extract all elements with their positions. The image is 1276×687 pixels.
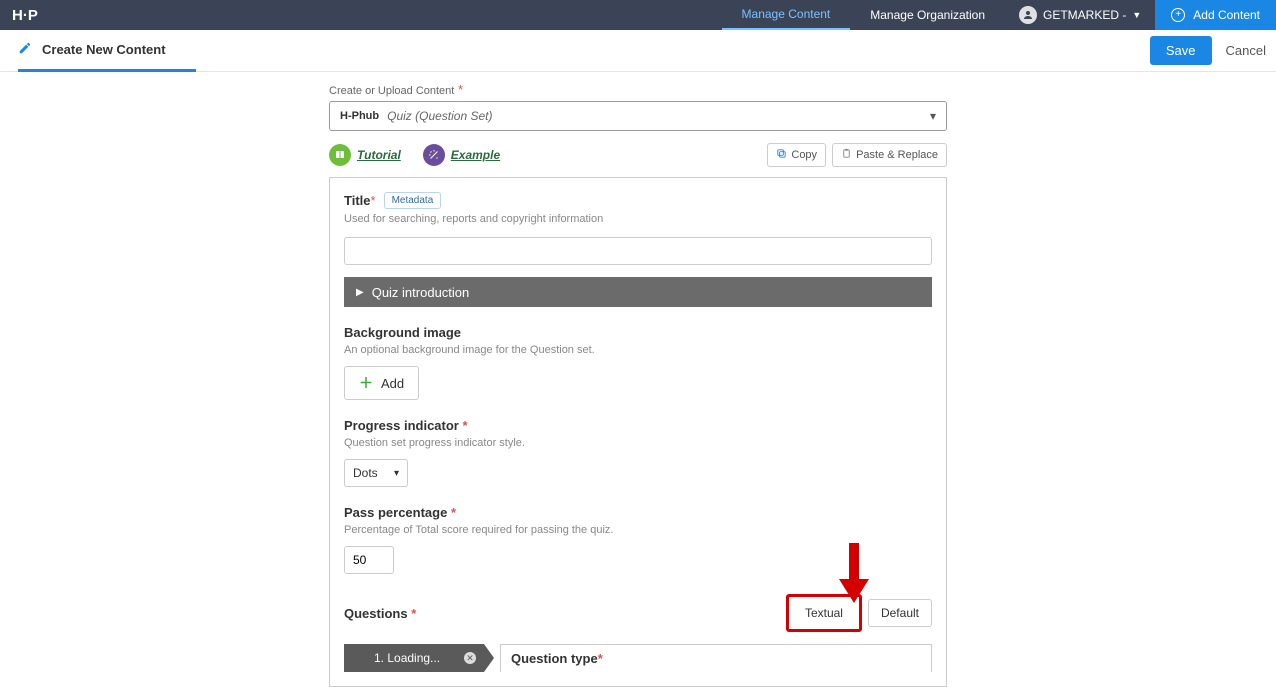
save-button[interactable]: Save [1150, 36, 1212, 65]
avatar-icon [1019, 6, 1037, 24]
title-label: Title [344, 193, 371, 208]
chevron-down-icon: ▾ [930, 109, 936, 123]
editor-panel: Title * Metadata Used for searching, rep… [329, 177, 947, 687]
topbar: H·P Manage Content Manage Organization G… [0, 0, 1276, 30]
close-icon[interactable]: ✕ [464, 652, 476, 664]
copy-button[interactable]: Copy [767, 143, 826, 167]
background-image-help: An optional background image for the Que… [344, 344, 932, 356]
pencil-icon [18, 41, 32, 58]
nav-manage-organization[interactable]: Manage Organization [850, 0, 1005, 30]
add-content-label: Add Content [1193, 8, 1260, 22]
create-upload-label: Create or Upload Content * [329, 82, 947, 97]
add-content-button[interactable]: + Add Content [1155, 0, 1276, 30]
progress-indicator-label: Progress indicator * [344, 418, 932, 433]
copy-icon [776, 148, 787, 162]
example-link[interactable]: Example [451, 148, 500, 162]
content-type-selector[interactable]: H-Phub Quiz (Question Set) ▾ [329, 101, 947, 131]
background-image-label: Background image [344, 325, 932, 340]
progress-indicator-select[interactable]: Dots ▾ [344, 459, 408, 487]
questions-label: Questions * [344, 606, 416, 621]
pass-percentage-help: Percentage of Total score required for p… [344, 524, 932, 536]
tab-create-label: Create New Content [42, 42, 166, 57]
user-name: GETMARKED - [1043, 8, 1126, 22]
book-icon [329, 144, 351, 166]
tab-textual[interactable]: Textual [786, 594, 862, 632]
question-type-panel: Question type * [500, 644, 932, 672]
wand-icon [423, 144, 445, 166]
nav-manage-content[interactable]: Manage Content [722, 0, 851, 30]
progress-indicator-help: Question set progress indicator style. [344, 437, 932, 449]
plus-circle-icon: + [1171, 8, 1185, 22]
title-input[interactable] [344, 237, 932, 265]
pass-percentage-input[interactable] [344, 546, 394, 574]
add-image-button[interactable]: ＋ Add [344, 366, 419, 400]
tab-default[interactable]: Default [868, 599, 932, 627]
user-menu[interactable]: GETMARKED - ▼ [1005, 6, 1155, 24]
quiz-introduction-accordion[interactable]: ▶ Quiz introduction [344, 277, 932, 307]
paste-replace-button[interactable]: Paste & Replace [832, 143, 947, 167]
plus-icon: ＋ [359, 373, 373, 393]
content-type-value: Quiz (Question Set) [387, 109, 492, 123]
title-help: Used for searching, reports and copyrigh… [344, 213, 932, 225]
tab-create-new-content[interactable]: Create New Content [18, 30, 196, 72]
paste-icon [841, 148, 852, 162]
metadata-button[interactable]: Metadata [384, 192, 442, 209]
tutorial-link[interactable]: Tutorial [357, 148, 401, 162]
chevron-down-icon: ▼ [1132, 10, 1141, 20]
triangle-right-icon: ▶ [356, 287, 364, 298]
pass-percentage-label: Pass percentage * [344, 505, 932, 520]
question-tab-loading[interactable]: 1. Loading... ✕ [344, 644, 494, 672]
subbar: Create New Content Save Cancel [0, 30, 1276, 72]
logo: H·P [0, 7, 50, 24]
cancel-button[interactable]: Cancel [1226, 43, 1266, 58]
hub-brand-icon: H-Phub [340, 110, 379, 122]
chevron-down-icon: ▾ [394, 468, 399, 479]
